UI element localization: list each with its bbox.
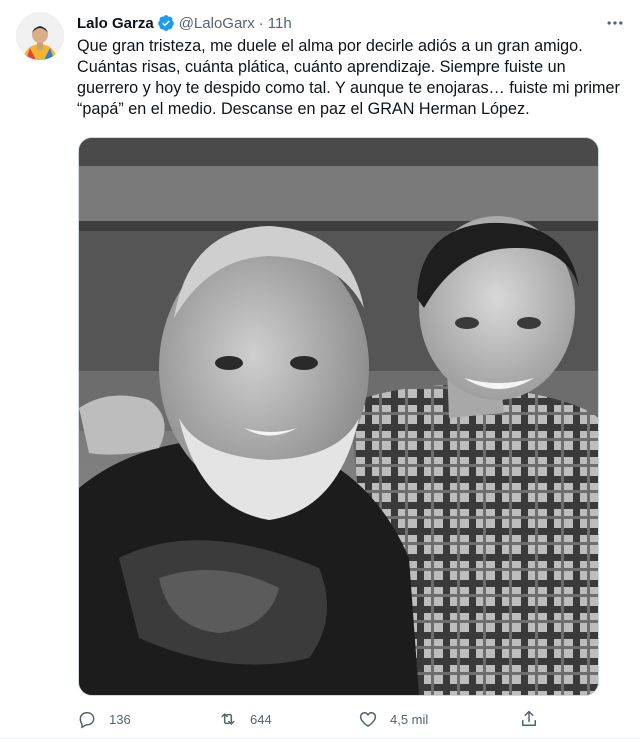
avatar[interactable] <box>16 12 64 60</box>
share-icon <box>522 710 536 726</box>
verified-badge-icon <box>157 14 175 32</box>
retweet-count: 644 <box>250 711 272 727</box>
more-options-button[interactable] <box>602 10 628 36</box>
more-dots-icon <box>607 21 623 25</box>
like-button[interactable]: 4,5 mil <box>358 706 428 732</box>
author-display-name[interactable]: Lalo Garza <box>77 15 154 32</box>
like-count: 4,5 mil <box>390 711 429 727</box>
tweet-header: Lalo Garza @LaloGarx · 11h <box>77 12 292 34</box>
tweet-photo[interactable] <box>78 137 599 696</box>
tweet-text: Que gran tristeza, me duele el alma por … <box>77 37 620 118</box>
reply-button[interactable]: 136 <box>77 706 131 732</box>
photo-image <box>79 138 598 695</box>
retweet-icon <box>221 713 235 725</box>
heart-icon <box>359 711 377 727</box>
retweet-button[interactable]: 644 <box>218 706 272 732</box>
tweet-timestamp[interactable]: 11h <box>268 15 292 32</box>
action-bar: 136 644 4,5 mil <box>77 706 547 732</box>
reply-bubble-icon <box>79 712 95 729</box>
tweet-card[interactable]: Lalo Garza @LaloGarx · 11h Que gran tris… <box>0 0 640 739</box>
separator-dot: · <box>258 14 264 32</box>
avatar-image <box>16 12 64 60</box>
share-button[interactable] <box>519 706 539 732</box>
author-handle[interactable]: @LaloGarx <box>179 15 255 32</box>
reply-count: 136 <box>109 711 131 727</box>
